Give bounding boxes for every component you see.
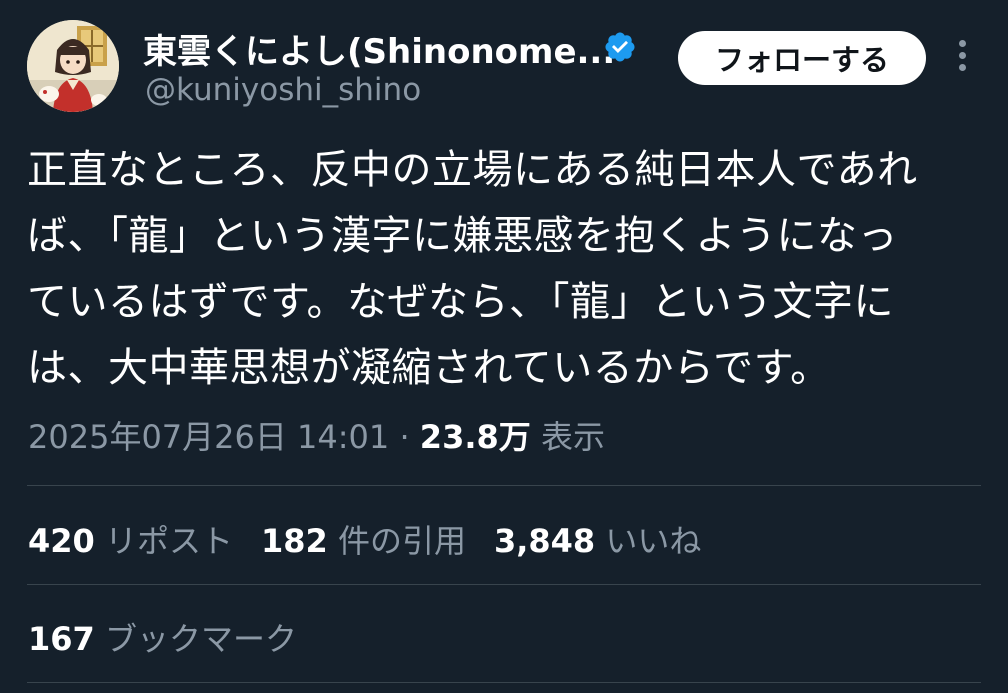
author-display-name[interactable]: 東雲くによし(Shinonome...	[143, 24, 615, 73]
tweet-text-line: は、大中華思想が凝縮されているからです。	[27, 345, 831, 391]
more-dot	[958, 64, 966, 71]
avatar-illustration	[27, 20, 119, 112]
tweet-text-line: ているはずです。なぜなら、「龍」という文字に	[27, 279, 894, 325]
more-dot	[958, 40, 966, 47]
divider	[27, 584, 981, 585]
reposts-label: リポスト	[104, 522, 233, 560]
meta-separator: ·	[399, 418, 410, 456]
tweet-text-line: 正直なところ、反中の立場にある純日本人であれ	[27, 147, 918, 193]
views-label: 表示	[540, 418, 605, 456]
tweet-meta: 2025年07月26日 14:01 · 23.8万 表示	[28, 412, 605, 458]
tweet-timestamp[interactable]: 2025年07月26日 14:01	[28, 418, 389, 456]
divider	[27, 485, 981, 486]
tweet-header: 東雲くによし(Shinonome... @kuniyoshi_shino フォロ…	[0, 0, 1008, 120]
tweet-text-line: ば、「龍」という漢字に嫌悪感を抱くようになっ	[27, 213, 898, 259]
engagement-stats: 420 リポスト 182 件の引用 3,848 いいね	[28, 516, 729, 562]
quotes-label: 件の引用	[337, 522, 466, 560]
bookmarks-stat[interactable]: 167 ブックマーク	[28, 614, 297, 660]
tweet-text: 正直なところ、反中の立場にある純日本人であれ ば、「龍」という漢字に嫌悪感を抱く…	[27, 137, 987, 401]
reposts-count: 420	[28, 522, 95, 560]
follow-button[interactable]: フォローする	[678, 31, 926, 85]
likes-stat[interactable]: 3,848 いいね	[494, 522, 729, 560]
more-dot	[958, 52, 966, 59]
bookmarks-label: ブックマーク	[104, 620, 297, 658]
reposts-stat[interactable]: 420 リポスト	[28, 522, 261, 560]
more-vertical-icon[interactable]	[950, 40, 974, 76]
quotes-stat[interactable]: 182 件の引用	[261, 522, 494, 560]
avatar[interactable]	[27, 20, 119, 112]
quotes-count: 182	[260, 522, 328, 560]
author-handle[interactable]: @kuniyoshi_shino	[145, 72, 421, 108]
bookmarks-count: 167	[28, 620, 95, 658]
likes-count: 3,848	[493, 522, 596, 560]
likes-label: いいね	[605, 522, 702, 560]
divider	[27, 682, 981, 683]
views-count: 23.8万	[419, 418, 531, 456]
verified-badge-icon	[603, 30, 637, 64]
